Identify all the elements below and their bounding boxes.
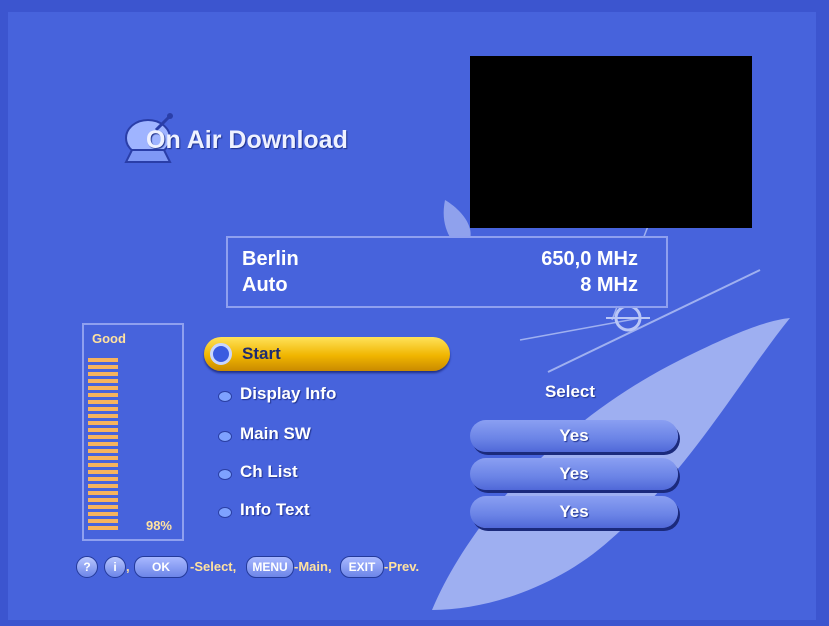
display-info-label: Display Info bbox=[240, 384, 337, 403]
main-sw-label: Main SW bbox=[240, 424, 311, 443]
signal-bar-segment bbox=[88, 393, 118, 397]
video-preview bbox=[470, 56, 752, 228]
signal-bar-segment bbox=[88, 428, 118, 432]
signal-bar-segment bbox=[88, 442, 118, 446]
bandwidth-text: 8 MHz bbox=[580, 274, 638, 296]
signal-bar-segment bbox=[88, 421, 118, 425]
signal-bar-segment bbox=[88, 463, 118, 467]
display-info-value[interactable]: Select bbox=[470, 382, 670, 402]
signal-bar-segment bbox=[88, 512, 118, 516]
signal-bar-segment bbox=[88, 484, 118, 488]
main-sw-toggle[interactable]: Yes bbox=[470, 420, 678, 452]
signal-bar-segment bbox=[88, 372, 118, 376]
info-text-label: Info Text bbox=[240, 500, 310, 519]
question-icon[interactable]: ? bbox=[76, 556, 98, 578]
signal-bar-segment bbox=[88, 505, 118, 509]
signal-bar-segment bbox=[88, 526, 118, 530]
signal-bar-segment bbox=[88, 365, 118, 369]
signal-bar-segment bbox=[88, 386, 118, 390]
signal-bar-segment bbox=[88, 435, 118, 439]
signal-bar-segment bbox=[88, 519, 118, 523]
exit-key-text: -Prev. bbox=[384, 559, 420, 574]
signal-meter: Good 98% bbox=[82, 323, 184, 541]
bullet-icon bbox=[218, 507, 232, 518]
signal-bar-segment bbox=[88, 379, 118, 383]
footer-separator: , bbox=[126, 559, 130, 574]
mode-text: Auto bbox=[242, 274, 288, 296]
signal-bar-segment bbox=[88, 400, 118, 404]
signal-bar-segment bbox=[88, 449, 118, 453]
page-title: On Air Download bbox=[146, 126, 348, 154]
info-row-mode: Auto 8 MHz bbox=[242, 274, 638, 298]
location-text: Berlin bbox=[242, 248, 299, 270]
info-text-toggle[interactable]: Yes bbox=[470, 496, 678, 528]
radio-bullet-icon bbox=[210, 343, 232, 365]
ch-list-toggle[interactable]: Yes bbox=[470, 458, 678, 490]
exit-key[interactable]: EXIT bbox=[340, 556, 384, 578]
channel-info-box: Berlin 650,0 MHz Auto 8 MHz bbox=[226, 236, 668, 308]
signal-bar-segment bbox=[88, 358, 118, 362]
start-label: Start bbox=[242, 344, 281, 363]
signal-bar-segment bbox=[88, 470, 118, 474]
frequency-text: 650,0 MHz bbox=[541, 248, 638, 270]
bullet-icon bbox=[218, 469, 232, 480]
menu-key[interactable]: MENU bbox=[246, 556, 294, 578]
start-button[interactable]: Start bbox=[204, 337, 450, 371]
ok-key[interactable]: OK bbox=[134, 556, 188, 578]
signal-quality-label: Good bbox=[92, 331, 126, 346]
bullet-icon bbox=[218, 391, 232, 402]
signal-bars bbox=[88, 351, 118, 537]
page-header: On Air Download bbox=[118, 106, 448, 166]
bullet-icon bbox=[218, 431, 232, 442]
signal-bar-segment bbox=[88, 407, 118, 411]
ok-key-text: -Select, bbox=[190, 559, 237, 574]
menu-key-text: -Main, bbox=[294, 559, 332, 574]
signal-bar-segment bbox=[88, 491, 118, 495]
ch-list-label: Ch List bbox=[240, 462, 298, 481]
signal-bar-segment bbox=[88, 351, 118, 355]
signal-bar-segment bbox=[88, 414, 118, 418]
signal-bar-segment bbox=[88, 456, 118, 460]
signal-percent: 98% bbox=[145, 518, 172, 533]
info-row-location: Berlin 650,0 MHz bbox=[242, 248, 638, 272]
info-icon[interactable]: i bbox=[104, 556, 126, 578]
signal-bar-segment bbox=[88, 477, 118, 481]
signal-bar-segment bbox=[88, 498, 118, 502]
